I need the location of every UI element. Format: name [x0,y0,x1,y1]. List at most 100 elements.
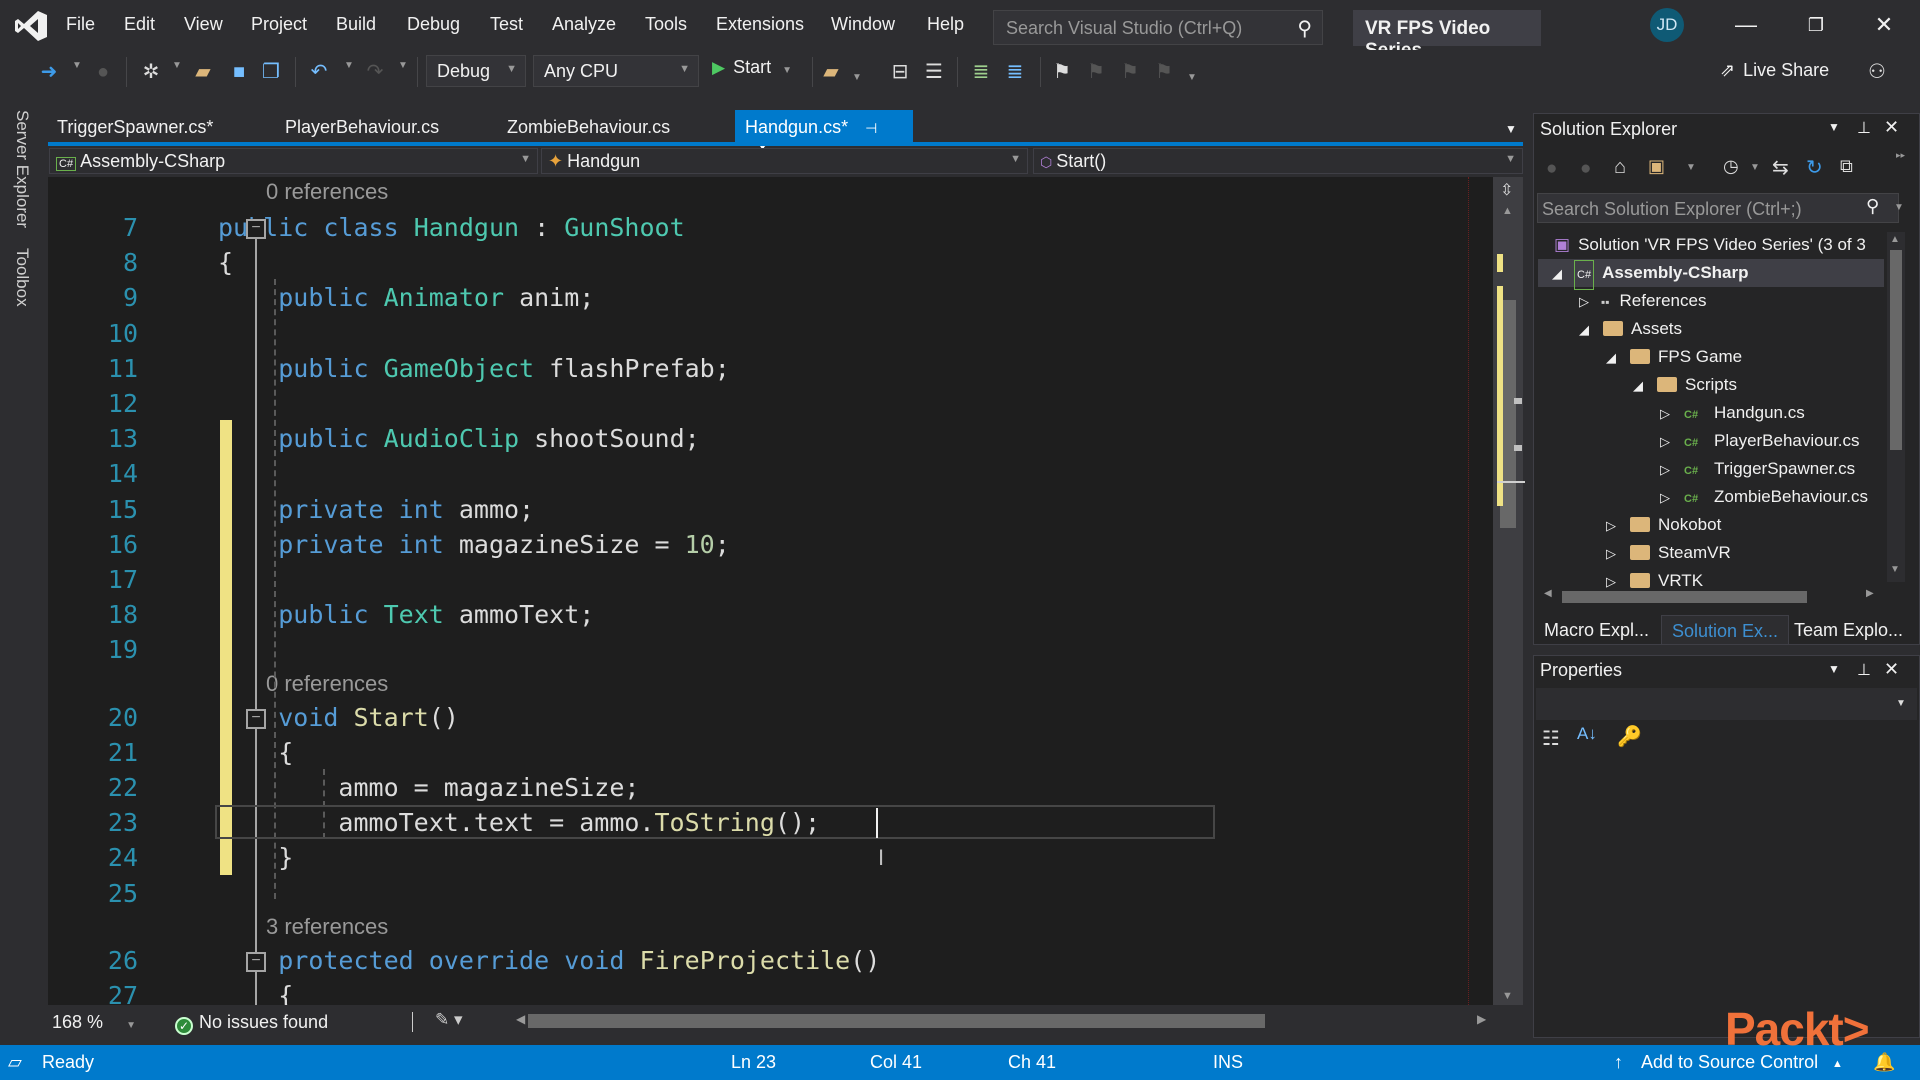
next-bookmark-icon[interactable]: ⚑ [1117,59,1143,85]
open-file-icon[interactable]: ▰ [190,59,216,85]
tab-triggerspawner[interactable]: TriggerSpawner.cs* [47,110,223,143]
tree-item[interactable]: ▷ C# TriggerSpawner.cs [1538,455,1884,483]
code-line[interactable]: private int ammo; [218,495,534,524]
zoom-level-select[interactable]: 168 % ▼ [52,1012,136,1033]
pin-tab-icon[interactable]: ⊣ [865,120,877,136]
undo-icon[interactable]: ↶ [306,59,332,85]
issues-indicator[interactable]: ✓ No issues found [175,1012,328,1035]
find-in-files-icon[interactable]: ▰ [818,59,844,85]
menu-view[interactable]: View [184,14,223,35]
collapse-arrow-icon[interactable]: ◢ [1633,372,1647,400]
collapse-arrow-icon[interactable]: ◢ [1552,260,1566,288]
close-window-button[interactable]: ✕ [1864,8,1904,42]
tab-overflow-dropdown-icon[interactable]: ▼ [1505,122,1517,136]
redo-icon[interactable]: ↷ [362,59,388,85]
redo-dropdown-icon[interactable]: ▼ [398,60,408,71]
live-share-button[interactable]: ⇗ Live Share [1720,60,1829,81]
tab-macro-explorer[interactable]: Macro Expl... [1534,615,1659,645]
codelens-references[interactable]: 0 references [266,179,388,205]
navigate-back-icon[interactable]: ➜ [36,59,62,85]
code-line[interactable]: protected override void FireProjectile() [218,946,880,975]
type-navigation-select[interactable]: ✦ Handgun ▼ [541,148,1028,174]
scroll-down-icon[interactable]: ▼ [1502,990,1513,1002]
pin-panel-icon[interactable]: ⊥ [1857,660,1871,680]
solution-configuration-select[interactable]: Debug ▼ [426,55,526,87]
tree-item[interactable]: ▷ ▪▪ References [1538,287,1884,315]
code-line[interactable]: private int magazineSize = 10; [218,530,730,559]
collapse-arrow-icon[interactable]: ◢ [1579,316,1593,344]
search-options-dropdown-icon[interactable]: ▼ [1894,202,1904,213]
tab-solution-explorer[interactable]: Solution Ex... [1661,615,1790,645]
undo-dropdown-icon[interactable]: ▼ [344,60,354,71]
chevron-up-icon[interactable]: ▲ [1832,1058,1843,1070]
navigate-back-dropdown-icon[interactable]: ▼ [72,60,82,71]
expand-arrow-icon[interactable]: ▷ [1606,540,1620,568]
solution-tree-hscroll-thumb[interactable] [1562,591,1807,603]
feedback-icon[interactable]: ⚇ [1864,59,1890,85]
panel-options-icon[interactable]: ▼ [1828,120,1840,134]
solution-explorer-search-input[interactable]: Search Solution Explorer (Ctrl+;) [1537,193,1899,223]
toggle-column-icon[interactable]: ☰ [921,59,947,85]
output-window-icon[interactable]: ▱ [8,1052,22,1073]
notifications-bell-icon[interactable]: 🔔 [1873,1052,1895,1073]
status-insert-mode[interactable]: INS [1213,1052,1243,1073]
collapse-region-icon[interactable]: − [246,708,266,729]
collapse-region-icon[interactable]: − [246,951,266,972]
new-project-icon[interactable]: ✲ [138,59,164,85]
restore-button[interactable]: ❐ [1796,8,1836,42]
split-editor-icon[interactable]: ⇳ [1500,180,1513,200]
alphabetical-sort-icon[interactable]: A↓ [1577,724,1597,744]
tree-item[interactable]: ▣ Solution 'VR FPS Video Series' (3 of 3 [1538,231,1884,259]
scroll-up-icon[interactable]: ▲ [1502,205,1513,217]
uncomment-icon[interactable]: ≣ [1002,59,1028,85]
tree-item[interactable]: ◢ Assets [1538,315,1884,343]
menu-analyze[interactable]: Analyze [552,14,616,35]
expand-arrow-icon[interactable]: ▷ [1660,428,1674,456]
menu-edit[interactable]: Edit [124,14,155,35]
filter-dropdown-icon[interactable]: ▼ [1750,162,1760,173]
codelens-references[interactable]: 0 references [266,671,388,697]
collapse-arrow-icon[interactable]: ◢ [1606,344,1620,372]
toolbox-tab[interactable]: Toolbox [12,248,32,307]
scroll-right-icon[interactable]: ▶ [1477,1012,1486,1026]
refresh-icon[interactable]: ↻ [1806,155,1823,180]
scroll-left-icon[interactable]: ◀ [516,1012,525,1026]
tab-playerbehaviour[interactable]: PlayerBehaviour.cs [275,110,449,143]
forward-icon[interactable]: ● [1580,158,1591,180]
panel-options-icon[interactable]: ▼ [1828,662,1840,676]
tab-handgun[interactable]: Handgun.cs* ⊣ ✕ [735,110,913,158]
back-icon[interactable]: ● [1546,158,1557,180]
menu-extensions[interactable]: Extensions [716,14,804,35]
solution-platform-select[interactable]: Any CPU ▼ [533,55,699,87]
tree-item[interactable]: ◢ FPS Game [1538,343,1884,371]
collapse-all-icon[interactable]: ⧉ [1840,156,1853,177]
scroll-up-icon[interactable]: ▲ [1890,234,1900,245]
menu-build[interactable]: Build [336,14,376,35]
search-visual-studio-input[interactable]: Search Visual Studio (Ctrl+Q) ⚲ [993,10,1323,45]
switch-views-icon[interactable]: ▣ [1648,156,1665,177]
save-all-icon[interactable]: ❐ [258,59,284,85]
tree-item[interactable]: ▷ C# ZombieBehaviour.cs [1538,483,1884,511]
menu-tools[interactable]: Tools [645,14,687,35]
minimize-button[interactable]: — [1726,8,1766,42]
tree-item[interactable]: ▷ SteamVR [1538,539,1884,567]
bookmark-icon[interactable]: ⚑ [1049,59,1075,85]
tree-item[interactable]: ◢ Scripts [1538,371,1884,399]
search-icon[interactable]: ⚲ [1866,196,1879,217]
scroll-left-icon[interactable]: ◀ [1544,588,1552,599]
member-navigation-select[interactable]: ⬡ Start() ▼ [1033,148,1523,174]
code-line[interactable]: public AudioClip shootSound; [218,424,699,453]
expand-arrow-icon[interactable]: ▷ [1660,484,1674,512]
tab-zombiebehaviour[interactable]: ZombieBehaviour.cs [497,110,680,143]
tree-item[interactable]: ▷ C# Handgun.cs [1538,399,1884,427]
menu-help[interactable]: Help [927,14,964,35]
chevron-down-icon[interactable]: ▼ [1896,698,1906,709]
collapse-region-icon[interactable]: − [246,219,266,239]
switch-views-dropdown-icon[interactable]: ▼ [1686,162,1696,173]
save-icon[interactable]: ■ [226,59,252,85]
menu-window[interactable]: Window [831,14,895,35]
code-line[interactable]: { [218,248,233,277]
toolbar-overflow-icon[interactable]: ▸▸ [1896,150,1905,161]
pin-panel-icon[interactable]: ⊥ [1857,118,1871,138]
start-debugging-button[interactable]: ▶ Start ▼ [712,57,792,87]
